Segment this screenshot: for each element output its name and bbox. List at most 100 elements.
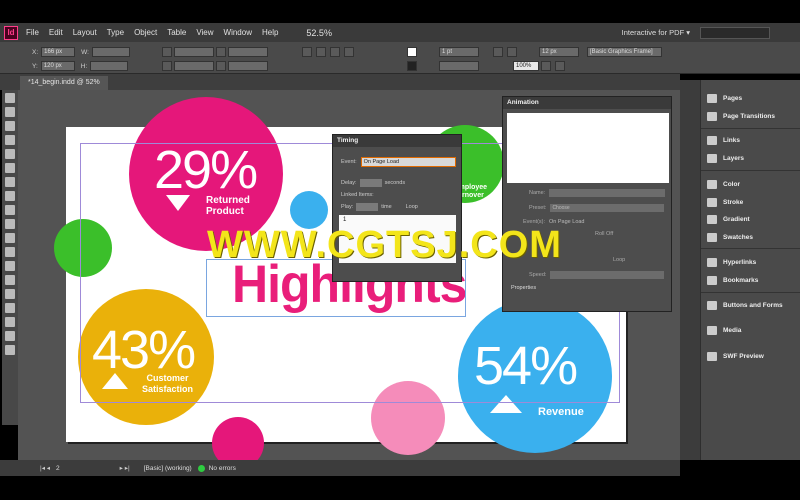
- dock-gradient[interactable]: Gradient: [707, 215, 750, 224]
- selection-tool-icon[interactable]: [5, 93, 15, 103]
- fill-swatch-icon[interactable]: [407, 47, 417, 57]
- dock-stroke[interactable]: Stroke: [707, 198, 743, 207]
- align-icon[interactable]: [541, 61, 551, 71]
- list-item[interactable]: 1: [343, 217, 452, 223]
- direct-selection-tool-icon[interactable]: [5, 107, 15, 117]
- loop-checkbox[interactable]: Loop: [406, 204, 418, 210]
- zoom-level[interactable]: 52.5%: [306, 28, 332, 38]
- menu-type[interactable]: Type: [107, 28, 124, 37]
- play-unit: time: [381, 204, 392, 210]
- gap-tool-icon[interactable]: [5, 135, 15, 145]
- fill-stroke-icon[interactable]: [5, 331, 15, 341]
- menu-help[interactable]: Help: [262, 28, 278, 37]
- scale-y-field[interactable]: [174, 61, 214, 71]
- page-number-field[interactable]: 2: [56, 465, 60, 472]
- free-transform-tool-icon[interactable]: [5, 247, 15, 257]
- menu-file[interactable]: File: [26, 28, 39, 37]
- hand-tool-icon[interactable]: [5, 303, 15, 313]
- effects-icon[interactable]: [507, 47, 517, 57]
- dock-media[interactable]: Media: [707, 326, 741, 335]
- rectangle-tool-icon[interactable]: [5, 219, 15, 229]
- scale-x-field[interactable]: [174, 47, 214, 57]
- opacity-field[interactable]: 100%: [513, 61, 539, 71]
- dock-swf-preview[interactable]: SWF Preview: [707, 352, 764, 361]
- preflight-status[interactable]: No errors: [209, 465, 236, 472]
- delay-unit: seconds: [384, 180, 406, 186]
- size-field[interactable]: 12 px: [539, 47, 579, 57]
- distribute-icon[interactable]: [555, 61, 565, 71]
- stroke-swatch-icon[interactable]: [407, 61, 417, 71]
- decor-circle-magenta[interactable]: [212, 417, 264, 460]
- swf-preview-icon: [707, 352, 717, 361]
- play-field[interactable]: [356, 203, 379, 211]
- buttons-forms-icon: [707, 301, 717, 310]
- note-tool-icon[interactable]: [5, 275, 15, 285]
- w-field[interactable]: [91, 47, 130, 57]
- line-tool-icon[interactable]: [5, 163, 15, 173]
- dock-links[interactable]: Links: [707, 136, 740, 145]
- menu-table[interactable]: Table: [167, 28, 186, 37]
- rotate-field[interactable]: [228, 47, 268, 57]
- delay-label: Delay:: [341, 180, 357, 186]
- gradient-icon: [707, 215, 717, 224]
- properties-toggle[interactable]: Properties: [511, 285, 536, 291]
- eyedropper-tool-icon[interactable]: [5, 289, 15, 299]
- event-select[interactable]: On Page Load: [360, 157, 456, 167]
- collapsed-panel-strip: [680, 80, 700, 460]
- zoom-tool-icon[interactable]: [5, 317, 15, 327]
- dock-swatches[interactable]: Swatches: [707, 233, 753, 242]
- screen-mode-icon[interactable]: [5, 345, 15, 355]
- shear-field[interactable]: [228, 61, 268, 71]
- dock-color[interactable]: Color: [707, 180, 740, 189]
- name-field[interactable]: [549, 189, 666, 197]
- scale-x-icon[interactable]: [162, 47, 172, 57]
- pencil-tool-icon[interactable]: [5, 191, 15, 201]
- dock-buttons-forms[interactable]: Buttons and Forms: [707, 301, 783, 310]
- shear-icon[interactable]: [216, 61, 226, 71]
- page-tool-icon[interactable]: [5, 121, 15, 131]
- first-page-icon[interactable]: |◂ ◂: [40, 464, 50, 472]
- rotate-icon[interactable]: [216, 47, 226, 57]
- fx-icon[interactable]: [493, 47, 503, 57]
- select-content-icon[interactable]: [344, 47, 354, 57]
- preset-label: Preset:: [529, 205, 547, 211]
- master-indicator[interactable]: [Basic] (working): [144, 465, 192, 472]
- search-input[interactable]: [700, 26, 770, 39]
- loop-checkbox[interactable]: Loop: [613, 257, 625, 263]
- type-tool-icon[interactable]: [5, 149, 15, 159]
- flip-horizontal-icon[interactable]: [302, 47, 312, 57]
- preset-select[interactable]: Choose: [550, 204, 665, 212]
- scale-y-icon[interactable]: [162, 61, 172, 71]
- speed-select[interactable]: [550, 271, 665, 279]
- next-page-icon[interactable]: ▸ ▸|: [120, 464, 130, 472]
- menu-view[interactable]: View: [196, 28, 213, 37]
- scissors-tool-icon[interactable]: [5, 233, 15, 243]
- name-label: Name:: [529, 190, 546, 196]
- stroke-weight-field[interactable]: 1 pt: [439, 47, 479, 57]
- dock-pages[interactable]: Pages: [707, 94, 742, 103]
- indesign-logo-icon[interactable]: Id: [4, 25, 18, 40]
- delay-field[interactable]: [359, 179, 382, 187]
- dock-page-transitions[interactable]: Page Transitions: [707, 112, 775, 121]
- status-bar: |◂ ◂ 2 ▸ ▸| [Basic] (working) No errors: [0, 460, 680, 476]
- document-tab[interactable]: *14_begin.indd @ 52%: [20, 76, 108, 90]
- y-field[interactable]: 120 px: [40, 61, 75, 71]
- pen-tool-icon[interactable]: [5, 177, 15, 187]
- stroke-type-field[interactable]: [439, 61, 479, 71]
- workspace-switcher[interactable]: Interactive for PDF ▾: [622, 28, 690, 37]
- select-container-icon[interactable]: [330, 47, 340, 57]
- menu-edit[interactable]: Edit: [49, 28, 63, 37]
- dock-layers[interactable]: Layers: [707, 154, 744, 163]
- menu-window[interactable]: Window: [224, 28, 252, 37]
- menu-layout[interactable]: Layout: [73, 28, 97, 37]
- rollover-value[interactable]: Roll Off: [595, 231, 613, 237]
- x-field[interactable]: 166 px: [41, 47, 76, 57]
- rectangle-frame-tool-icon[interactable]: [5, 205, 15, 215]
- object-style-field[interactable]: [Basic Graphics Frame]: [587, 47, 662, 57]
- dock-hyperlinks[interactable]: Hyperlinks: [707, 258, 756, 267]
- dock-bookmarks[interactable]: Bookmarks: [707, 276, 758, 285]
- h-field[interactable]: [90, 61, 129, 71]
- menu-object[interactable]: Object: [134, 28, 157, 37]
- gradient-tool-icon[interactable]: [5, 261, 15, 271]
- flip-vertical-icon[interactable]: [316, 47, 326, 57]
